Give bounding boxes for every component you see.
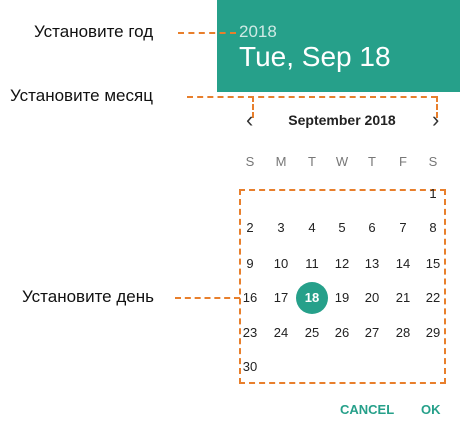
annotation-set-year: Установите год — [34, 22, 154, 41]
day-cell[interactable]: 17 — [266, 287, 296, 309]
day-cell[interactable]: 16 — [235, 287, 265, 309]
day-cell[interactable]: 24 — [266, 322, 296, 344]
day-cell[interactable]: 7 — [388, 217, 418, 239]
next-month-icon[interactable]: › — [432, 109, 439, 131]
cancel-button[interactable]: CANCEL — [340, 402, 394, 417]
annotation-set-month: Установите месяц — [10, 86, 153, 105]
day-cell[interactable]: 23 — [235, 322, 265, 344]
day-cell[interactable]: 6 — [357, 217, 387, 239]
annotation-line-month — [187, 96, 437, 98]
day-cell[interactable]: 28 — [388, 322, 418, 344]
header-year[interactable]: 2018 — [239, 22, 277, 42]
day-cell[interactable]: 15 — [418, 253, 448, 275]
day-cell[interactable]: 22 — [418, 287, 448, 309]
day-cell[interactable]: 29 — [418, 322, 448, 344]
ok-button[interactable]: OK — [421, 402, 441, 417]
weekday-label: M — [275, 154, 287, 169]
day-cell[interactable]: 14 — [388, 253, 418, 275]
day-cell[interactable]: 1 — [418, 183, 448, 205]
header-date[interactable]: Tue, Sep 18 — [239, 41, 391, 73]
day-cell[interactable]: 27 — [357, 322, 387, 344]
day-cell[interactable]: 26 — [327, 322, 357, 344]
day-cell-selected[interactable]: 18 — [296, 282, 328, 314]
day-cell[interactable]: 11 — [297, 253, 327, 275]
day-cell[interactable]: 25 — [297, 322, 327, 344]
day-cell[interactable]: 10 — [266, 253, 296, 275]
weekday-label: F — [399, 154, 407, 169]
weekday-label: S — [245, 154, 255, 169]
day-cell[interactable]: 21 — [388, 287, 418, 309]
weekday-label: W — [335, 154, 349, 169]
day-cell[interactable]: 30 — [235, 356, 265, 378]
day-cell[interactable]: 3 — [266, 217, 296, 239]
weekday-label: S — [428, 154, 438, 169]
day-cell[interactable]: 19 — [327, 287, 357, 309]
weekday-label: T — [368, 154, 376, 169]
date-picker-header: 2018 Tue, Sep 18 — [217, 0, 460, 92]
month-title: September 2018 — [288, 112, 396, 128]
annotation-line-day — [175, 297, 240, 299]
day-cell[interactable]: 8 — [418, 217, 448, 239]
annotation-line-year — [178, 32, 236, 34]
day-cell[interactable]: 5 — [327, 217, 357, 239]
day-cell[interactable]: 2 — [235, 217, 265, 239]
annotation-set-day: Установите день — [22, 287, 154, 306]
day-cell[interactable]: 9 — [235, 253, 265, 275]
day-cell[interactable]: 13 — [357, 253, 387, 275]
weekday-label: T — [308, 154, 316, 169]
day-cell[interactable]: 4 — [297, 217, 327, 239]
day-cell[interactable]: 12 — [327, 253, 357, 275]
day-cell[interactable]: 20 — [357, 287, 387, 309]
prev-month-icon[interactable]: ‹ — [246, 109, 253, 131]
